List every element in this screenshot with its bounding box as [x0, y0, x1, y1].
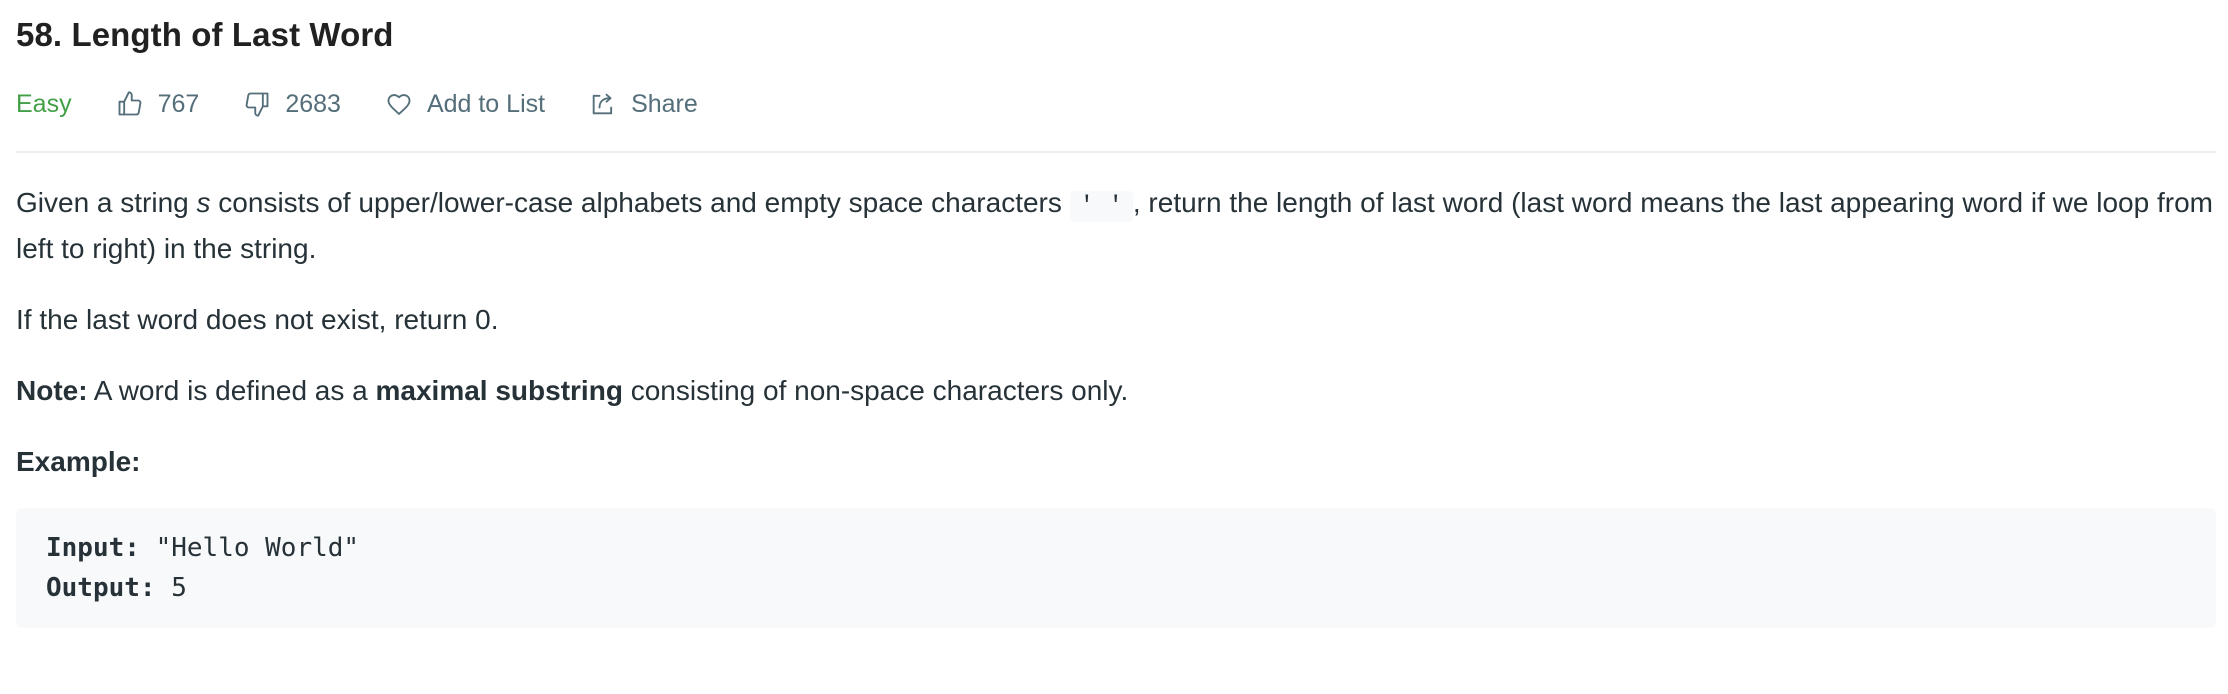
example-input-line: Input: "Hello World" — [46, 528, 2186, 568]
note-paragraph: Note: A word is defined as a maximal sub… — [16, 370, 2216, 412]
example-output-line: Output: 5 — [46, 568, 2186, 608]
share-icon — [589, 90, 617, 118]
header-divider — [16, 151, 2216, 153]
example-input-value: "Hello World" — [139, 533, 360, 563]
note-bold-text: maximal substring — [375, 375, 623, 406]
example-output-value: 5 — [155, 573, 187, 603]
difficulty-badge: Easy — [16, 89, 72, 118]
problem-description: Given a string s consists of upper/lower… — [16, 182, 2216, 512]
description-text-start: Given a string — [16, 187, 197, 218]
example-input-label: Input: — [46, 533, 140, 563]
example-output-label: Output: — [46, 573, 156, 603]
note-text-end: consisting of non-space characters only. — [622, 375, 1129, 406]
add-to-list-button[interactable]: Add to List — [385, 90, 545, 119]
note-text-start: A word is defined as a — [87, 375, 376, 406]
dislike-count: 2683 — [285, 89, 341, 118]
inline-code-space: ' ' — [1069, 191, 1133, 222]
example-heading: Example: — [16, 446, 141, 477]
problem-page: 58. Length of Last Word Easy 767 2683 Ad… — [0, 0, 2228, 694]
like-button[interactable]: 767 — [116, 89, 200, 119]
return-zero-paragraph: If the last word does not exist, return … — [16, 304, 499, 335]
problem-title: 58. Length of Last Word — [16, 16, 394, 53]
thumbs-up-icon — [116, 90, 144, 118]
note-label: Note: — [16, 375, 88, 406]
variable-s: s — [196, 187, 211, 218]
add-to-list-label: Add to List — [426, 89, 546, 118]
description-paragraph: Given a string s consists of upper/lower… — [16, 182, 2216, 270]
share-button[interactable]: Share — [589, 90, 698, 119]
share-label: Share — [631, 89, 698, 118]
like-count: 767 — [157, 89, 200, 118]
example-code-block: Input: "Hello World" Output: 5 — [16, 508, 2216, 628]
thumbs-down-icon — [243, 90, 271, 118]
problem-meta-row: Easy 767 2683 Add to List Share — [16, 86, 742, 122]
heart-icon — [385, 90, 413, 118]
description-text-middle: consists of upper/lower-case alphabets a… — [210, 187, 1070, 218]
dislike-button[interactable]: 2683 — [243, 90, 341, 119]
